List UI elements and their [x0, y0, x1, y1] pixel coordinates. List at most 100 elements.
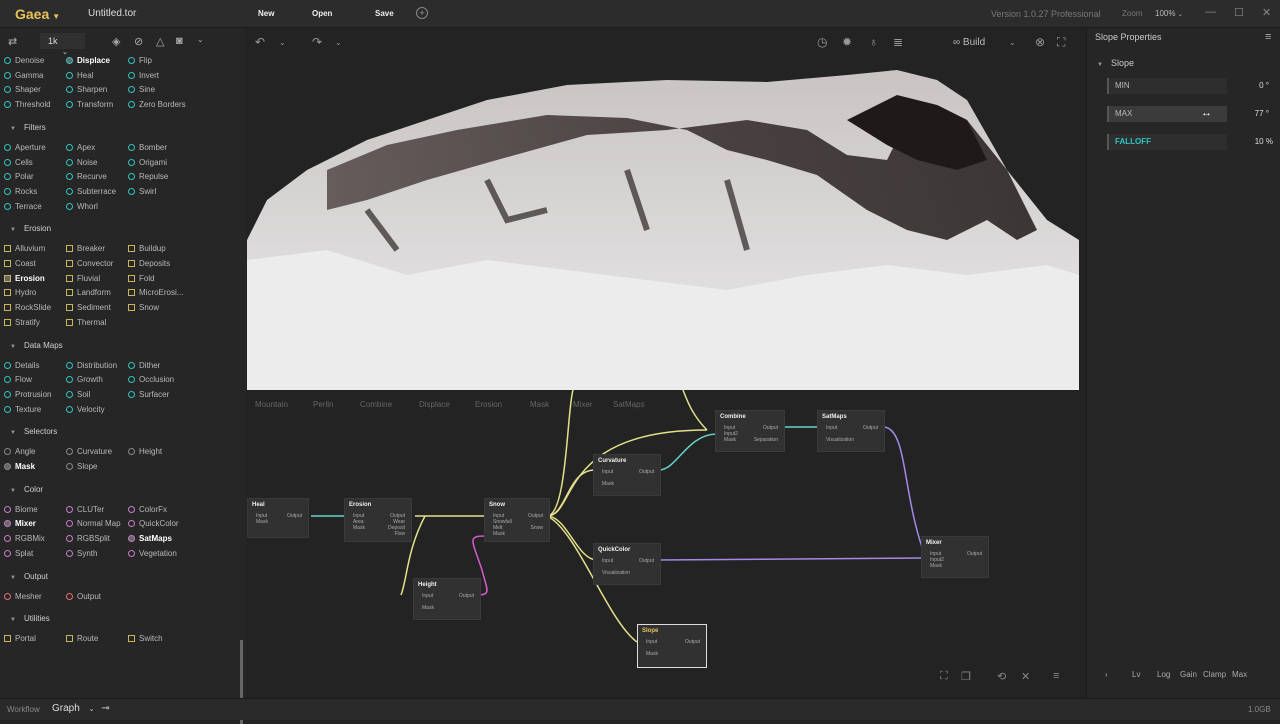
library-item-alluvium[interactable]: Alluvium [4, 244, 45, 253]
section-header-output[interactable]: ▼ Output [10, 572, 48, 581]
chevron-down-icon[interactable]: ⌄ [197, 35, 204, 44]
library-item-erosion[interactable]: Erosion [4, 274, 45, 283]
library-item-fluvial[interactable]: Fluvial [66, 274, 100, 283]
library-item-bomber[interactable]: Bomber [128, 143, 167, 152]
graph-node[interactable]: Snow Input Snowfall Melt Mask Output Snow [484, 498, 550, 542]
library-item-rocks[interactable]: Rocks [4, 187, 37, 196]
sun-icon[interactable]: ✹ [842, 35, 852, 49]
min-slider[interactable]: MIN [1107, 78, 1227, 94]
graph-node-selected[interactable]: Slope Input Mask Output [637, 624, 707, 668]
copy-icon[interactable]: ❐ [961, 670, 971, 683]
library-item-repulse[interactable]: Repulse [128, 172, 168, 181]
close-icon[interactable]: ✕ [1262, 6, 1271, 19]
max-slider[interactable]: MAX ↔ [1107, 106, 1227, 122]
library-item-transform[interactable]: Transform [66, 100, 113, 109]
node-graph[interactable]: Mountain Perlin Combine Displace Erosion Mask… [247, 390, 1085, 698]
chevron-right-icon[interactable]: › [1105, 670, 1108, 679]
library-item-rockslide[interactable]: RockSlide [4, 303, 51, 312]
library-item-quickcolor[interactable]: QuickColor [128, 519, 179, 528]
terrain-icon[interactable]: △ [156, 35, 164, 48]
library-item-denoise[interactable]: Denoise [4, 56, 44, 65]
library-item-shaper[interactable]: Shaper [4, 85, 41, 94]
library-item-snow[interactable]: Snow [128, 303, 159, 312]
library-item-microerosi-[interactable]: MicroErosi... [128, 288, 183, 297]
chevron-down-icon[interactable]: ⌄ [279, 38, 286, 47]
falloff-slider[interactable]: FALLOFF [1107, 134, 1227, 150]
library-item-swirl[interactable]: Swirl [128, 187, 156, 196]
library-item-curvature[interactable]: Curvature [66, 447, 112, 456]
library-item-colorfx[interactable]: ColorFx [128, 505, 167, 514]
falloff-value[interactable]: 10 % [1239, 137, 1273, 146]
zoom-select[interactable]: 100% ⌄ [1151, 7, 1189, 21]
library-item-landform[interactable]: Landform [66, 288, 111, 297]
library-item-deposits[interactable]: Deposits [128, 259, 170, 268]
library-item-buildup[interactable]: Buildup [128, 244, 166, 253]
min-value[interactable]: 0 ° [1235, 81, 1269, 90]
library-item-terrace[interactable]: Terrace [4, 202, 42, 211]
graph-node[interactable]: Combine Input Input2 Mask Output Separation [715, 410, 785, 452]
library-item-whorl[interactable]: Whorl [66, 202, 98, 211]
export-icon[interactable]: ⇄ [8, 35, 17, 48]
timer-icon[interactable]: ◷ [817, 35, 827, 49]
app-menu[interactable]: Gaea ▼ [15, 6, 60, 22]
library-item-rgbsplit[interactable]: RGBSplit [66, 534, 110, 543]
water-drop-icon[interactable]: ♁ [869, 35, 878, 49]
library-item-mesher[interactable]: Mesher [4, 592, 42, 601]
library-item-height[interactable]: Height [128, 447, 162, 456]
library-item-biome[interactable]: Biome [4, 505, 38, 514]
library-item-surfacer[interactable]: Surfacer [128, 390, 169, 399]
tab-max[interactable]: Max [1232, 670, 1247, 679]
target-icon[interactable]: ⊗ [1035, 35, 1045, 49]
library-item-origami[interactable]: Origami [128, 158, 167, 167]
library-item-switch[interactable]: Switch [128, 634, 163, 643]
library-item-soil[interactable]: Soil [66, 390, 90, 399]
new-button[interactable]: New [258, 9, 274, 18]
open-button[interactable]: Open [312, 9, 332, 18]
build-button[interactable]: ∞ Build [953, 37, 985, 48]
library-item-mask[interactable]: Mask [4, 462, 35, 471]
library-item-sediment[interactable]: Sediment [66, 303, 111, 312]
minimize-icon[interactable]: — [1205, 6, 1216, 18]
section-header-filters[interactable]: ▼ Filters [10, 123, 46, 132]
library-item-cluter[interactable]: CLUTer [66, 505, 104, 514]
library-item-breaker[interactable]: Breaker [66, 244, 105, 253]
library-item-apex[interactable]: Apex [66, 143, 95, 152]
library-item-threshold[interactable]: Threshold [4, 100, 51, 109]
library-item-route[interactable]: Route [66, 634, 98, 643]
shape-icon[interactable]: ◈ [112, 35, 120, 48]
library-item-gamma[interactable]: Gamma [4, 71, 43, 80]
library-item-flip[interactable]: Flip [128, 56, 152, 65]
graph-node[interactable]: Mixer Input Input2 Mask Output [921, 536, 989, 578]
graph-node[interactable]: SatMaps Input Visualization Output [817, 410, 885, 452]
graph-node[interactable]: Curvature Input Mask Output [593, 454, 661, 496]
library-item-noise[interactable]: Noise [66, 158, 97, 167]
fit-view-icon[interactable]: ⛶ [940, 670, 948, 683]
library-item-recurve[interactable]: Recurve [66, 172, 107, 181]
library-item-dither[interactable]: Dither [128, 361, 160, 370]
3d-viewport[interactable]: ↶ ⌄ ↷ ⌄ ◷ ✹ ♁ ≣ ∞ Build ⌄ ⊗ ⛶ [247, 28, 1085, 390]
library-item-velocity[interactable]: Velocity [66, 405, 105, 414]
library-item-texture[interactable]: Texture [4, 405, 41, 414]
section-header-erosion[interactable]: ▼ Erosion [10, 224, 51, 233]
library-item-sharpen[interactable]: Sharpen [66, 85, 107, 94]
library-item-portal[interactable]: Portal [4, 634, 36, 643]
library-item-details[interactable]: Details [4, 361, 39, 370]
library-item-satmaps[interactable]: SatMaps [128, 534, 172, 543]
library-item-output[interactable]: Output [66, 592, 101, 601]
tab-lv[interactable]: Lv [1132, 670, 1140, 679]
graph-node[interactable]: QuickColor Input Visualization Output [593, 543, 661, 585]
library-item-flow[interactable]: Flow [4, 375, 32, 384]
library-item-sine[interactable]: Sine [128, 85, 155, 94]
menu-icon[interactable]: ≡ [1265, 31, 1271, 43]
section-header-color[interactable]: ▼ Color [10, 485, 43, 494]
max-value[interactable]: 77 ° [1235, 109, 1269, 118]
shuffle-icon[interactable]: ✕ [1021, 670, 1030, 683]
library-item-cells[interactable]: Cells [4, 158, 33, 167]
library-item-zero-borders[interactable]: Zero Borders [128, 100, 186, 109]
tab-log[interactable]: Log [1157, 670, 1170, 679]
add-icon[interactable]: + [416, 7, 428, 19]
library-item-displace[interactable]: Displace [66, 56, 110, 65]
library-item-coast[interactable]: Coast [4, 259, 36, 268]
graph-node[interactable]: Height Input Mask Output [413, 578, 481, 620]
refresh-icon[interactable]: ⟲ [997, 670, 1006, 683]
